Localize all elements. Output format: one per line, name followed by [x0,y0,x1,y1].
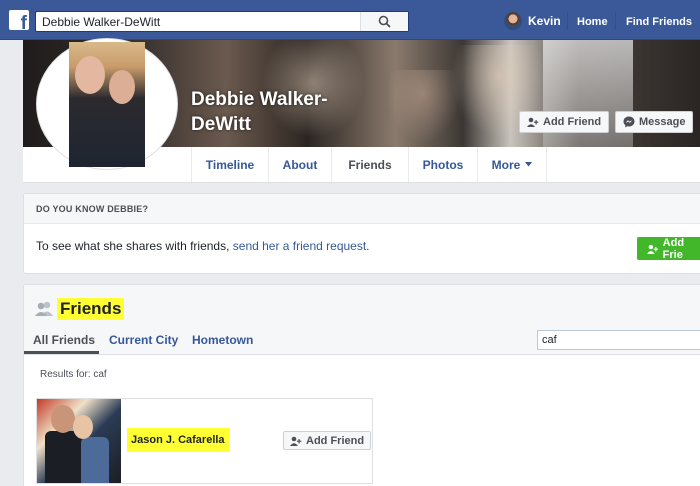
nav-divider [615,12,616,30]
profile-link[interactable]: Kevin [504,12,561,30]
profile-picture[interactable] [36,38,178,170]
add-friend-green-button[interactable]: Add Frie [637,236,700,261]
find-friends-link[interactable]: Find Friends [626,16,692,28]
tab-current-city[interactable]: Current City [109,333,178,347]
caret-down-icon [525,162,533,167]
user-name: Kevin [528,14,561,28]
add-friend-icon [647,244,658,254]
active-tab-indicator [24,351,99,354]
know-message: To see what she shares with friends, sen… [36,239,370,253]
results-label: Results for: caf [40,369,107,380]
panel-heading: DO YOU KNOW DEBBIE? [36,204,149,214]
home-link[interactable]: Home [577,16,608,28]
add-friend-button[interactable]: Add Friend [519,111,610,133]
add-friend-label: Add Friend [543,116,602,128]
do-you-know-panel: DO YOU KNOW DEBBIE? To see what she shar… [23,193,700,274]
search-icon [378,15,391,28]
add-friend-green-label: Add Frie [662,236,685,261]
friends-title: Friends [57,298,125,320]
avatar [504,12,522,30]
profile-name-line1: Debbie Walker- [191,89,328,110]
tab-all-friends[interactable]: All Friends [33,333,95,347]
know-text: To see what she shares with friends, [36,239,233,253]
timeline-navigation: Timeline About Friends Photos More [191,147,700,183]
search-box[interactable]: Debbie Walker-DeWitt [35,11,409,32]
friends-icon [35,301,53,316]
send-friend-request-link[interactable]: send her a friend request. [233,239,370,253]
profile-photo [69,42,145,167]
friend-name-link[interactable]: Jason J. Cafarella [127,428,229,452]
panel-header: DO YOU KNOW DEBBIE? [24,194,700,224]
tab-more[interactable]: More [477,147,547,182]
profile-name[interactable]: Debbie Walker- DeWitt [191,87,328,137]
friends-panel: Friends All Friends Current City Hometow… [23,284,700,486]
friends-header: Friends All Friends Current City Hometow… [24,285,700,355]
message-button[interactable]: Message [615,111,694,133]
nav-divider [567,12,568,30]
friend-add-button[interactable]: Add Friend [283,431,372,450]
tab-friends[interactable]: Friends [331,147,408,182]
search-input[interactable]: Debbie Walker-DeWitt [42,15,160,29]
message-label: Message [639,116,686,128]
friend-search-input[interactable]: caf [537,330,700,350]
tab-about[interactable]: About [268,147,331,182]
friend-add-label: Add Friend [306,434,365,447]
facebook-logo-icon[interactable]: f [9,10,29,30]
search-button[interactable] [360,12,408,31]
tab-timeline[interactable]: Timeline [191,147,268,182]
messenger-icon [623,116,635,128]
profile-name-line2: DeWitt [191,114,251,135]
top-navigation-bar: f Debbie Walker-DeWitt Kevin Home Find F… [0,0,700,40]
tab-photos[interactable]: Photos [408,147,477,182]
friend-result-card: Jason J. Cafarella Add Friend [36,398,373,484]
add-friend-icon [527,117,539,127]
friend-photo[interactable] [37,399,121,483]
tab-more-label: More [491,157,521,172]
tab-hometown[interactable]: Hometown [192,333,253,347]
add-friend-icon [290,436,302,446]
